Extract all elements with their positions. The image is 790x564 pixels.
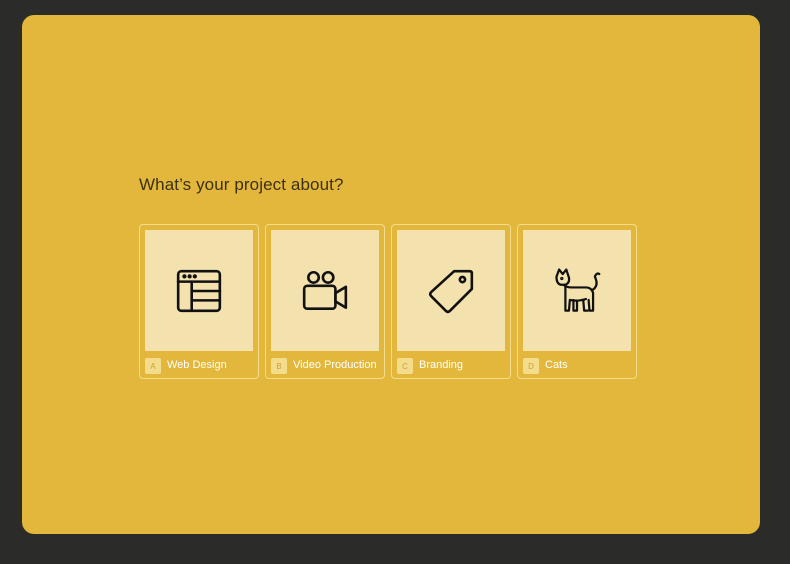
choice-thumbnail: [523, 230, 631, 351]
choice-cats[interactable]: D Cats: [517, 224, 637, 379]
browser-window-icon: [176, 269, 222, 312]
choice-key-badge: A: [145, 358, 161, 374]
choice-label: Branding: [419, 359, 464, 371]
choice-key-badge: B: [271, 358, 287, 374]
choice-label: Video Production: [293, 359, 377, 371]
choice-video-production[interactable]: B Video Production: [265, 224, 385, 379]
price-tag-icon: [428, 269, 474, 313]
choice-list: A Web Design B Video Production C Brandi…: [139, 224, 637, 379]
choice-label: Web Design: [167, 359, 227, 371]
choice-thumbnail: [145, 230, 253, 351]
choice-web-design[interactable]: A Web Design: [139, 224, 259, 379]
choice-key-badge: C: [397, 358, 413, 374]
choice-thumbnail: [397, 230, 505, 351]
video-camera-icon: [302, 270, 348, 310]
choice-label: Cats: [545, 359, 568, 371]
form-card: What’s your project about? A Web Design: [22, 15, 760, 534]
cat-icon: [555, 267, 601, 312]
question-title: What’s your project about?: [139, 175, 344, 194]
choice-thumbnail: [271, 230, 379, 351]
choice-key-badge: D: [523, 358, 539, 374]
choice-branding[interactable]: C Branding: [391, 224, 511, 379]
